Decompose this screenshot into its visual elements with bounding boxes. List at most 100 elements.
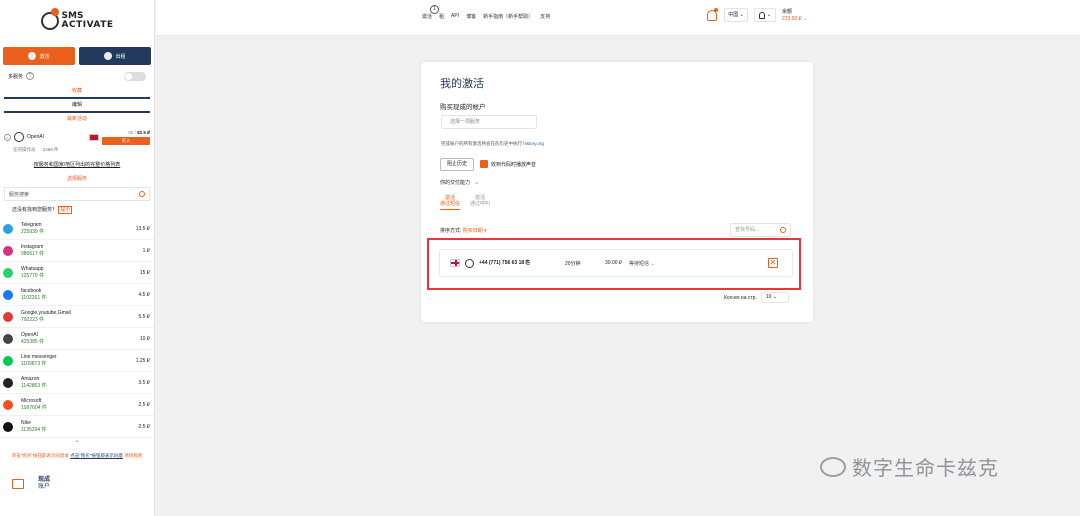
service-item[interactable]: Google,youtube,Gmail 792223 件 5.5 ₽ (0, 306, 154, 328)
service-name: Microsoft (21, 397, 42, 404)
balance-value: 223.50 ₽ ⌄ (782, 16, 808, 22)
service-item[interactable]: Whatsapp 125779 件 15 ₽ (0, 262, 154, 284)
help-icon[interactable]: ? (26, 72, 35, 80)
service-item[interactable]: Microsoft 1097604 件 2.5 ₽ (0, 394, 154, 416)
tab-sms-line2: 通过短信 (440, 201, 461, 207)
expand-list-icon[interactable]: ⌄ (0, 438, 154, 444)
sort-value[interactable]: 购买日期 ▾ (463, 228, 487, 234)
ready-accounts-link[interactable]: 现成 账户 (0, 477, 154, 491)
service-price: 15 ₽ (139, 269, 150, 276)
choose-service-heading: 选择服务 (66, 176, 87, 182)
cart-icon (12, 479, 24, 489)
nav-guide[interactable]: 新手指南（新手帮助） (483, 13, 533, 20)
sound-option[interactable]: 收到代码时播放声音 (480, 160, 536, 168)
tab-sms[interactable]: 激活 通过短信 (440, 195, 461, 210)
nav-api[interactable]: API (451, 13, 459, 20)
service-count: 792223 件 (21, 316, 45, 323)
favorites-heading[interactable]: 收藏 (0, 86, 154, 96)
edit-favorites-button[interactable]: 编辑 (0, 100, 154, 110)
service-count: 980617 件 (21, 250, 45, 257)
language-select[interactable]: 中国 ⌄ (724, 8, 748, 22)
logo-line2: ACTIVATE (61, 20, 114, 30)
service-item[interactable]: OpenAI 425385 件 10 ₽ (0, 328, 154, 350)
activate-mode-button[interactable]: 激活 (3, 47, 75, 65)
service-item[interactable]: Line messenger 1109873 件 1.25 ₽ (0, 350, 154, 372)
service-count: 1142863 件 (21, 382, 47, 389)
service-price: 1.25 ₽ (135, 357, 150, 364)
history-button[interactable]: 阻止历史 (440, 158, 474, 171)
service-icon (3, 333, 13, 344)
copy-icon[interactable]: ⎘ (526, 260, 530, 266)
sidebar: SMS ACTIVATE 激活 出租 多服务 ? 收藏 编辑 最新活动 × Op… (0, 0, 155, 516)
wechat-icon (820, 456, 846, 477)
foot-note-b[interactable]: 点击"购买"按钮即表示同意 (70, 453, 123, 458)
service-item[interactable]: Nike 1135294 件 2.5 ₽ (0, 416, 154, 438)
watermark: 数字生命卡兹克 (820, 452, 999, 481)
service-name: Line messenger (21, 353, 57, 360)
per-page-label: Кол-во на стр. (724, 294, 757, 301)
service-item[interactable]: facebook 1102261 件 4.5 ₽ (0, 284, 154, 306)
per-page-control: Кол-во на стр. 10 ⌄ (724, 292, 789, 303)
balance[interactable]: 余额 223.50 ₽ ⌄ (782, 9, 807, 23)
nav-blog[interactable]: 博客 (466, 13, 476, 20)
service-item[interactable]: Amazon 1142863 件 3.5 ₽ (0, 372, 154, 394)
history-link[interactable]: history.org (523, 141, 544, 146)
nav-support[interactable]: 支持 (540, 13, 550, 20)
service-icon (3, 245, 13, 256)
service-name: facebook (21, 287, 42, 294)
promo-item: × OpenAI 55 / 82.5 ₽ 买入 (0, 128, 154, 146)
ready-accounts-sub: 账户 (38, 484, 51, 490)
promo-operator[interactable]: 任何操作员 (13, 147, 36, 152)
rent-icon (104, 52, 113, 60)
cancel-activation-button[interactable]: ✕ (768, 258, 778, 268)
divider (4, 97, 150, 99)
not-found-hint-link[interactable]: 提示 (58, 206, 73, 214)
promo-price: 82.5 ₽ (137, 129, 150, 135)
activation-tabs: 激活 通过短信 激活 通过呼叫 (440, 195, 490, 210)
tab-call[interactable]: 激活 通过呼叫 (470, 195, 490, 210)
delivery-toggle[interactable]: 你的交付能力 ⌄ (440, 179, 479, 186)
service-icon (3, 289, 13, 300)
rules-link[interactable]: 项目规则 (124, 453, 142, 458)
logo[interactable]: SMS ACTIVATE (0, 0, 154, 42)
service-search-input[interactable]: 服务搜索 (4, 187, 150, 201)
nav-rent[interactable]: 租 (439, 13, 444, 20)
number-search-input[interactable]: 查找号码... (730, 223, 791, 237)
sort-control[interactable]: 排序方式: 购买日期 ▾ (440, 227, 487, 234)
nav-activate[interactable]: 激活 (422, 14, 432, 20)
service-item[interactable]: Instagram 980617 件 1 ₽ (0, 240, 154, 262)
promo-old-price: 55 / (128, 129, 138, 135)
multi-service-toggle[interactable] (124, 71, 146, 81)
activations-card: 我的激活 购买现成的帐户 选择一项服务 完成帐户的所有激活将会在的历史中执行 h… (421, 62, 813, 322)
main-nav: 激活 1 租 API 博客 新手指南（新手帮助） 支持 (422, 5, 550, 20)
not-found-text: 还没有找到您服务？ (12, 207, 58, 213)
service-icon (3, 267, 13, 278)
multi-service-label: 多服务 (8, 73, 24, 80)
rent-mode-button[interactable]: 出租 (79, 47, 151, 65)
service-price: 13.5 ₽ (135, 225, 150, 232)
search-icon[interactable] (139, 191, 145, 197)
service-name: Nike (21, 419, 32, 426)
phone-number-text: +44 (771) 756 63 18 (479, 260, 525, 266)
service-price: 2.5 ₽ (138, 401, 150, 408)
chevron-down-icon: ⌄ (766, 12, 772, 18)
service-count: 1109873 件 (21, 360, 47, 367)
service-list: Telegram 225939 件 13.5 ₽ Instagram 980617 件 1… (0, 218, 154, 438)
phone-number[interactable]: +44 (771) 756 63 18 ⎘ (479, 260, 565, 266)
full-price-list-link[interactable]: 按服务和国家/地区列出的完整价格列表 (0, 160, 154, 170)
watermark-text: 数字生命卡兹克 (852, 458, 999, 480)
service-count: 125779 件 (21, 272, 45, 279)
delivery-label: 你的交付能力 (440, 180, 471, 186)
search-icon[interactable] (780, 227, 786, 233)
service-count: 1102261 件 (21, 294, 47, 301)
select-service-dropdown[interactable]: 选择一项服务 (441, 115, 537, 129)
close-promo-icon[interactable]: × (4, 133, 11, 141)
promo-buy-button[interactable]: 买入 (102, 136, 150, 145)
service-icon (3, 377, 13, 388)
per-page-select[interactable]: 10 ⌄ (760, 292, 789, 303)
status-dropdown[interactable]: 等待短信 ⌄ (629, 260, 709, 267)
user-menu-button[interactable]: ⌄ (754, 8, 776, 22)
sound-checkbox[interactable] (480, 160, 488, 168)
number-search-placeholder: 查找号码... (735, 227, 760, 233)
service-item[interactable]: Telegram 225939 件 13.5 ₽ (0, 218, 154, 240)
